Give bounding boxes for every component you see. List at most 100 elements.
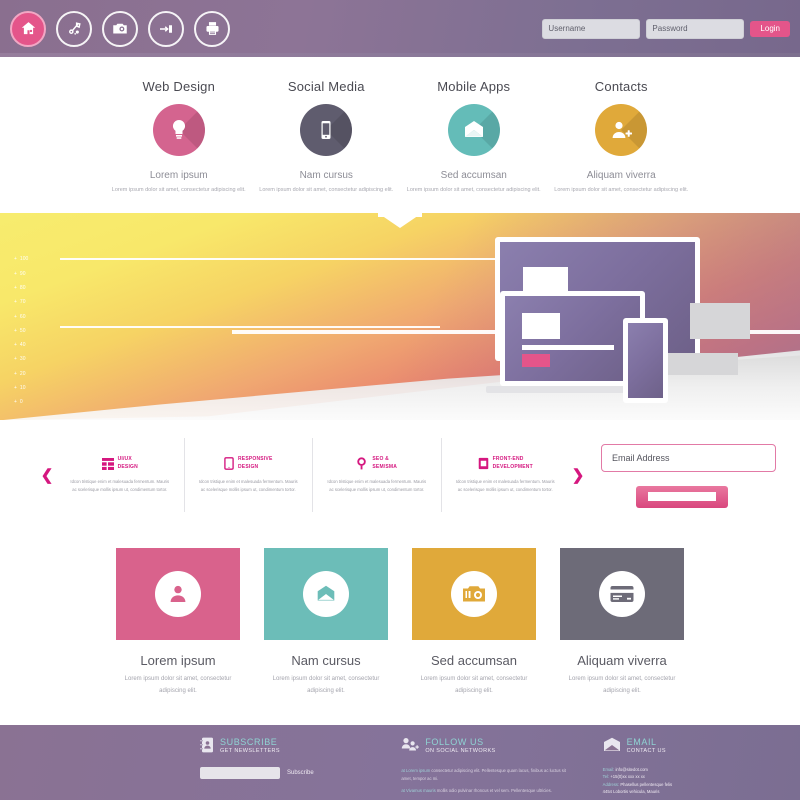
hero-scale-axis: +100 +90 +80 +70 +60 +50 +40 +30 +20 +10 +0 xyxy=(14,257,28,414)
footer-column-titles: SUBSCRIBE GET NEWSLETTERS xyxy=(220,737,280,754)
feature-label-line2: DESIGN xyxy=(117,463,138,470)
hero-tick-value: 70 xyxy=(19,299,26,306)
hero-tick-marker: + xyxy=(14,313,17,320)
feature-item-responsive[interactable]: RESPONSIVE DESIGN Idcon tristique enim e… xyxy=(185,438,313,513)
footer-subscribe-form: Subscribe xyxy=(200,767,375,779)
layout-grid-icon xyxy=(101,457,114,470)
login-button[interactable]: Login xyxy=(750,20,790,37)
footer-contact-value: Phasellus pellentesque felis xyxy=(620,781,673,787)
feature-label: SEO & SEM/SMA xyxy=(372,456,397,471)
footer-title: FOLLOW US xyxy=(425,737,484,747)
webpage-template: Login Web Design Lorem ipsum Lorem ipsum… xyxy=(0,0,800,800)
hero-tick-value: 60 xyxy=(19,313,26,320)
hero-banner: +100 +90 +80 +70 +60 +50 +40 +30 +20 +10 +0 xyxy=(0,213,800,421)
feature-description: Idcon tristique enim et malesuada fermen… xyxy=(198,479,298,493)
service-title: Contacts xyxy=(594,79,648,94)
feature-label-line1: RESPONSIVE xyxy=(237,456,273,463)
features-list: UI/UX DESIGN Idcon tristique enim et mal… xyxy=(56,438,570,513)
hero-pointer-bar xyxy=(378,213,422,218)
feature-label: RESPONSIVE DESIGN xyxy=(238,456,273,471)
magnifier-icon xyxy=(356,457,368,470)
footer-subscribe-button[interactable]: Subscribe xyxy=(287,770,314,776)
site-footer: SUBSCRIBE GET NEWSLETTERS Subscribe FOLL… xyxy=(0,725,800,800)
card-image xyxy=(264,548,388,641)
tablet-accent-block xyxy=(522,354,550,368)
card-aliquam-viverra[interactable]: Aliquam viverra Lorem ipsum dolor sit am… xyxy=(560,548,684,697)
feature-label-line1: UI/UX xyxy=(117,456,132,463)
card-sed-accumsan[interactable]: Sed accumsan Lorem ipsum dolor sit amet,… xyxy=(412,548,536,697)
printer-icon[interactable] xyxy=(194,10,230,47)
hero-scale-tick: +20 xyxy=(14,371,28,377)
features-carousel: ❮ UI/UX DESIGN Idcon tristique enim et m… xyxy=(0,420,800,527)
hero-tick-marker: + xyxy=(14,270,17,277)
hero-tick-marker: + xyxy=(14,399,17,406)
service-title: Social Media xyxy=(287,79,365,94)
hero-tick-value: 40 xyxy=(19,342,26,349)
settings-tools-icon[interactable] xyxy=(56,10,92,47)
hero-scale-tick: +70 xyxy=(14,300,28,305)
service-item-mobile-apps[interactable]: Mobile Apps Sed accumsan Lorem ipsum dol… xyxy=(400,79,548,195)
card-title: Nam cursus xyxy=(291,653,361,669)
hero-tick-value: 90 xyxy=(19,270,26,277)
feature-label-line2: SEM/SMA xyxy=(372,463,398,470)
camera-icon[interactable] xyxy=(102,10,138,47)
feature-header: FRONT-END DEVELOPMENT xyxy=(456,456,556,471)
footer-subtitle: CONTACT US xyxy=(626,748,666,754)
email-address-input[interactable] xyxy=(601,444,776,473)
feature-description: Idcon tristique enim et malesuada fermen… xyxy=(327,479,427,493)
credit-card-icon xyxy=(610,586,634,603)
key-login-icon[interactable] xyxy=(148,10,184,47)
card-description: Lorem ipsum dolor sit amet, consectetur … xyxy=(568,676,676,694)
service-icon-circle xyxy=(152,104,205,156)
email-submit-button[interactable] xyxy=(635,486,728,509)
footer-paragraph-2-body: mollis odio pulvinar rhoncus et vel sem.… xyxy=(436,787,552,793)
footer-contact-line: Tel: +15(0)xx xxx xx xx xyxy=(603,773,778,780)
hero-scale-tick: +80 xyxy=(14,284,28,291)
service-item-social-media[interactable]: Social Media Nam cursus Lorem ipsum dolo… xyxy=(253,79,401,195)
social-users-icon xyxy=(401,737,420,758)
feature-item-uiux[interactable]: UI/UX DESIGN Idcon tristique enim et mal… xyxy=(56,438,185,513)
feature-label-line1: SEO & xyxy=(372,456,389,463)
phone-screen xyxy=(628,323,663,399)
footer-contact-value: 4454 Lobortis vehicula, Mauris xyxy=(602,789,660,795)
hero-highlight-line-2 xyxy=(60,326,440,329)
feature-item-seo[interactable]: SEO & SEM/SMA Idcon tristique enim et ma… xyxy=(313,438,442,513)
service-description: Lorem ipsum dolor sit amet, consectetur … xyxy=(406,187,541,193)
footer-follow-text: at Lorem ipsum consectetur adipiscing el… xyxy=(401,767,576,795)
carousel-next-arrow[interactable]: ❯ xyxy=(569,438,587,512)
footer-contact-line: Email: info@sitedot.com xyxy=(603,766,778,773)
footer-contact-value: info@sitedot.com xyxy=(615,767,648,772)
service-description: Lorem ipsum dolor sit amet, consectetur … xyxy=(259,187,394,193)
footer-column-subscribe: SUBSCRIBE GET NEWSLETTERS Subscribe xyxy=(200,737,375,800)
hero-scale-tick: +30 xyxy=(14,357,28,362)
footer-column-header: SUBSCRIBE GET NEWSLETTERS xyxy=(200,737,375,758)
footer-contact-line: Address: Phasellus pellentesque felis xyxy=(603,781,778,788)
feature-label-line2: DESIGN xyxy=(237,463,259,470)
card-icon-circle xyxy=(451,571,497,618)
camera-icon xyxy=(463,586,485,602)
feature-item-frontend[interactable]: FRONT-END DEVELOPMENT Idcon tristique en… xyxy=(442,438,570,512)
card-lorem-ipsum[interactable]: Lorem ipsum Lorem ipsum dolor sit amet, … xyxy=(116,548,240,697)
footer-title: SUBSCRIBE xyxy=(220,737,278,747)
service-title: Web Design xyxy=(142,79,216,94)
service-item-web-design[interactable]: Web Design Lorem ipsum Lorem ipsum dolor… xyxy=(105,79,253,195)
hero-tick-value: 80 xyxy=(19,284,26,291)
hero-tick-marker: + xyxy=(14,356,17,363)
password-input[interactable] xyxy=(646,18,745,39)
footer-subscribe-input[interactable] xyxy=(200,767,280,779)
feature-label-line2: DEVELOPMENT xyxy=(492,463,533,470)
card-nam-cursus[interactable]: Nam cursus Lorem ipsum dolor sit amet, c… xyxy=(264,548,388,697)
service-item-contacts[interactable]: Contacts Aliquam viverra Lorem ipsum dol… xyxy=(548,79,696,195)
hero-tick-marker: + xyxy=(14,256,17,263)
footer-subtitle: ON SOCIAL NETWORKS xyxy=(425,748,496,754)
username-input[interactable] xyxy=(542,18,641,39)
home-icon[interactable] xyxy=(10,10,46,47)
feature-description: Idcon tristique enim et malesuada fermen… xyxy=(455,479,555,493)
tablet-content-block xyxy=(522,313,560,340)
hero-tick-marker: + xyxy=(14,327,17,334)
hero-tick-marker: + xyxy=(14,385,17,392)
hero-scale-tick: +100 xyxy=(14,257,28,262)
footer-paragraph-2-lead: at Vivamus mauris xyxy=(401,787,436,793)
carousel-prev-arrow[interactable]: ❮ xyxy=(38,438,56,512)
email-subscribe-box xyxy=(587,438,776,512)
